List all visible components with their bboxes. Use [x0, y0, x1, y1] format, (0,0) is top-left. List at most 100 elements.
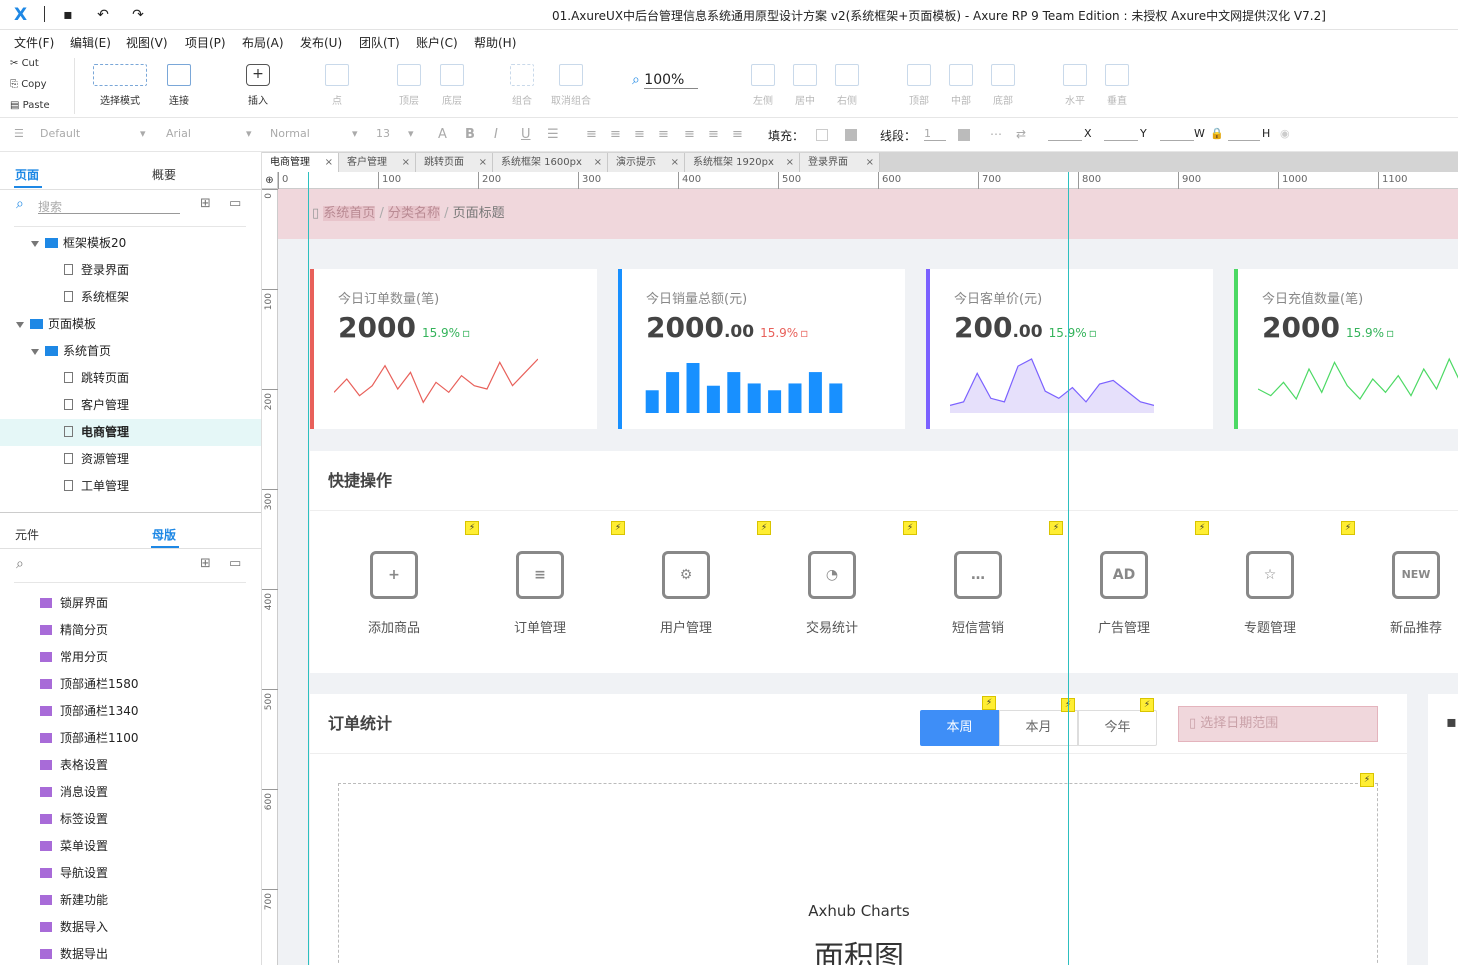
close-icon[interactable]: × — [671, 153, 679, 172]
vertical-ruler[interactable]: 0 100 200 300 400 500 600 700 — [262, 189, 278, 965]
interaction-bolt-icon[interactable]: ⚡ — [611, 521, 625, 535]
quick-action-item[interactable]: NEW 新品推荐 — [1361, 551, 1458, 636]
add-folder-icon[interactable]: ▭ — [229, 196, 241, 211]
quick-action-item[interactable]: ◔ 交易统计 — [777, 551, 887, 636]
interaction-bolt-icon[interactable]: ⚡ — [1360, 773, 1374, 787]
master-item[interactable]: 顶部通栏1100 — [0, 725, 261, 752]
cut-button[interactable]: ✂ Cut — [10, 58, 39, 69]
group-button[interactable]: 组合 — [507, 64, 537, 107]
font-size-select[interactable]: 13 — [376, 127, 390, 140]
menu-project[interactable]: 项目(P) — [185, 34, 226, 51]
menu-account[interactable]: 账户(C) — [416, 34, 458, 51]
tree-item[interactable]: 框架模板20 — [0, 230, 261, 257]
segment-year[interactable]: 今年 — [1078, 710, 1157, 746]
add-master-icon[interactable]: ⊞ — [200, 556, 211, 571]
guide-line[interactable] — [1068, 172, 1069, 965]
tree-item[interactable]: 资源管理 — [0, 446, 261, 473]
doc-tab[interactable]: 系统框架 1600px × — [493, 153, 608, 172]
tree-item[interactable]: 工单管理 — [0, 473, 261, 500]
close-icon[interactable]: × — [594, 153, 602, 172]
font-select[interactable]: Arial — [166, 127, 191, 140]
breadcrumb-home[interactable]: 系统首页 — [323, 206, 376, 221]
master-item[interactable]: 消息设置 — [0, 779, 261, 806]
justify-icon[interactable]: ≡ — [658, 127, 669, 142]
connect-button[interactable]: 连接 — [160, 64, 198, 107]
ungroup-button[interactable]: 取消组合 — [549, 64, 593, 107]
distribute-h-button[interactable]: 水平 — [1060, 64, 1090, 107]
zoom-select[interactable]: ⌕ 100% — [632, 72, 699, 89]
interaction-bolt-icon[interactable]: ⚡ — [1049, 521, 1063, 535]
interaction-bolt-icon[interactable]: ⚡ — [465, 521, 479, 535]
point-button[interactable]: 点 — [322, 64, 352, 107]
w-input[interactable] — [1160, 127, 1194, 141]
doc-tab[interactable]: 客户管理 × — [339, 153, 416, 172]
doc-tab[interactable]: 登录界面 × — [800, 153, 880, 172]
stroke-style-icon[interactable]: ⋯ — [990, 127, 1002, 141]
date-range-picker[interactable]: ▯ 选择日期范围 — [1178, 706, 1378, 742]
add-folder-icon[interactable]: ▭ — [229, 556, 241, 571]
design-canvas[interactable]: ▯ 系统首页 / 分类名称 / 页面标题 今日订单数量(笔) 2000 15.9% ▫… — [278, 189, 1458, 965]
close-icon[interactable]: × — [866, 153, 874, 172]
interaction-bolt-icon[interactable]: ⚡ — [1341, 521, 1355, 535]
stroke-color-swatch[interactable] — [958, 129, 970, 141]
tree-item[interactable]: 电商管理 — [0, 419, 261, 446]
tree-item[interactable]: 跳转页面 — [0, 365, 261, 392]
guide-line[interactable] — [308, 172, 309, 965]
copy-button[interactable]: ⎘ Copy — [10, 79, 47, 90]
distribute-v-button[interactable]: 垂直 — [1102, 64, 1132, 107]
valign-middle-icon[interactable]: ≡ — [708, 127, 719, 142]
underline-icon[interactable]: U — [521, 127, 531, 142]
close-icon[interactable]: × — [786, 153, 794, 172]
doc-tab[interactable]: 跳转页面 × — [416, 153, 493, 172]
paste-button[interactable]: ▤ Paste — [10, 100, 50, 111]
save-icon[interactable]: ▪ — [59, 6, 77, 24]
segment-week[interactable]: 本周 — [920, 710, 999, 746]
close-icon[interactable]: × — [325, 153, 333, 172]
menu-file[interactable]: 文件(F) — [14, 34, 54, 51]
tree-item[interactable]: 系统首页 — [0, 338, 261, 365]
redo-icon[interactable]: ↷ — [129, 6, 147, 24]
send-back-button[interactable]: 底层 — [437, 64, 467, 107]
interaction-bolt-icon[interactable]: ⚡ — [757, 521, 771, 535]
interaction-bolt-icon[interactable]: ⚡ — [1195, 521, 1209, 535]
style-select[interactable]: Default — [40, 127, 80, 140]
tree-item[interactable]: 系统框架 — [0, 284, 261, 311]
master-item[interactable]: 锁屏界面 — [0, 590, 261, 617]
menu-edit[interactable]: 编辑(E) — [70, 34, 111, 51]
bring-front-button[interactable]: 顶层 — [394, 64, 424, 107]
quick-action-item[interactable]: + 添加商品 — [339, 551, 449, 636]
quick-action-item[interactable]: … 短信营销 — [923, 551, 1033, 636]
master-item[interactable]: 表格设置 — [0, 752, 261, 779]
menu-publish[interactable]: 发布(U) — [300, 34, 342, 51]
fill-gradient-swatch[interactable] — [845, 129, 857, 141]
select-mode-button[interactable]: 选择模式 — [85, 64, 155, 107]
align-top-button[interactable]: 顶部 — [904, 64, 934, 107]
menu-team[interactable]: 团队(T) — [359, 34, 400, 51]
add-page-icon[interactable]: ⊞ — [200, 196, 211, 211]
master-item[interactable]: 精简分页 — [0, 617, 261, 644]
close-icon[interactable]: × — [479, 153, 487, 172]
align-right-button[interactable]: 右侧 — [832, 64, 862, 107]
fill-color-swatch[interactable] — [816, 129, 828, 141]
tab-widgets[interactable]: 元件 — [15, 526, 39, 543]
doc-tab[interactable]: 电商管理 × — [262, 153, 339, 172]
pane-splitter[interactable] — [0, 512, 261, 513]
menu-help[interactable]: 帮助(H) — [474, 34, 516, 51]
align-middle-button[interactable]: 中部 — [946, 64, 976, 107]
interaction-bolt-icon[interactable]: ⚡ — [1140, 698, 1154, 712]
tree-item[interactable]: 客户管理 — [0, 392, 261, 419]
y-input[interactable] — [1104, 127, 1138, 141]
arrow-style-icon[interactable]: ⇄ — [1016, 127, 1026, 141]
master-item[interactable]: 顶部通栏1340 — [0, 698, 261, 725]
lock-icon[interactable]: 🔒 — [1210, 127, 1224, 140]
master-item[interactable]: 数据导出 — [0, 941, 261, 965]
tab-masters[interactable]: 母版 — [152, 526, 176, 543]
doc-tab[interactable]: 系统框架 1920px × — [685, 153, 800, 172]
master-item[interactable]: 新建功能 — [0, 887, 261, 914]
segment-month[interactable]: 本月 — [999, 710, 1078, 746]
master-item[interactable]: 顶部通栏1580 — [0, 671, 261, 698]
tab-outline[interactable]: 概要 — [152, 166, 176, 183]
tab-pages[interactable]: 页面 — [15, 166, 39, 183]
quick-action-item[interactable]: AD 广告管理 — [1069, 551, 1179, 636]
master-search-input[interactable] — [38, 558, 180, 574]
